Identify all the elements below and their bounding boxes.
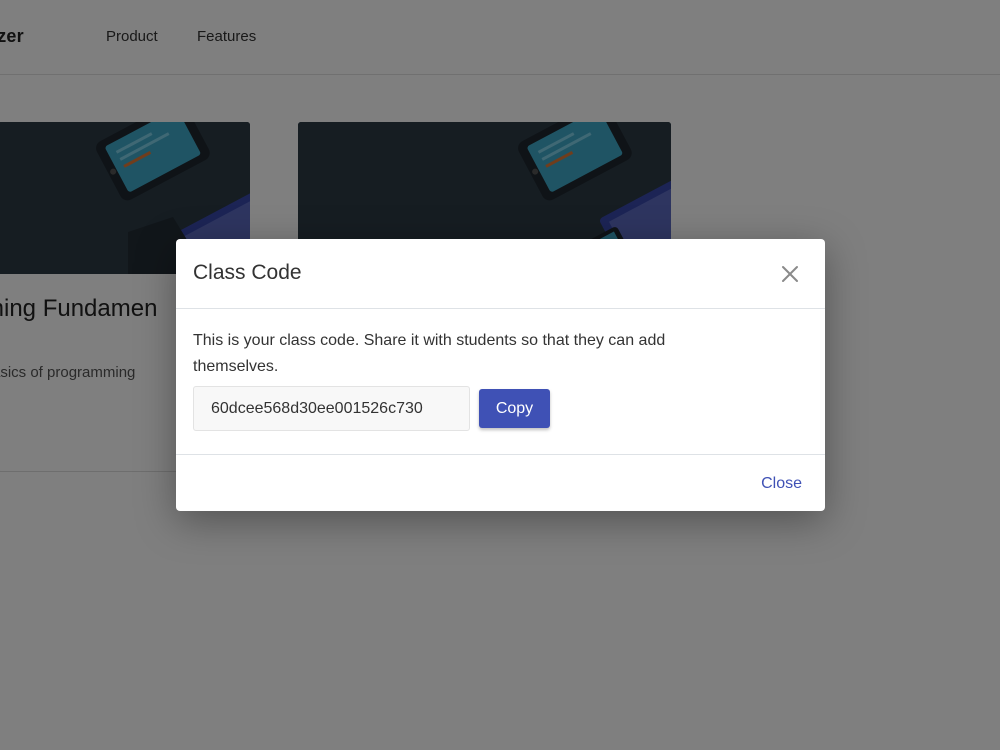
dialog-footer: Close	[176, 455, 825, 511]
page: izer Product Features	[0, 0, 1000, 750]
dialog-message: This is your class code. Share it with s…	[193, 332, 666, 375]
copy-button[interactable]: Copy	[479, 389, 550, 428]
dialog-header: Class Code	[176, 239, 825, 309]
dialog-body: This is your class code. Share it with s…	[176, 309, 825, 455]
close-icon[interactable]	[775, 259, 805, 289]
class-code-row: Copy	[193, 386, 550, 431]
close-button[interactable]: Close	[761, 475, 802, 493]
class-code-field[interactable]	[193, 386, 470, 431]
dialog-title: Class Code	[193, 261, 302, 284]
class-code-dialog: Class Code This is your class code. Shar…	[176, 239, 825, 511]
